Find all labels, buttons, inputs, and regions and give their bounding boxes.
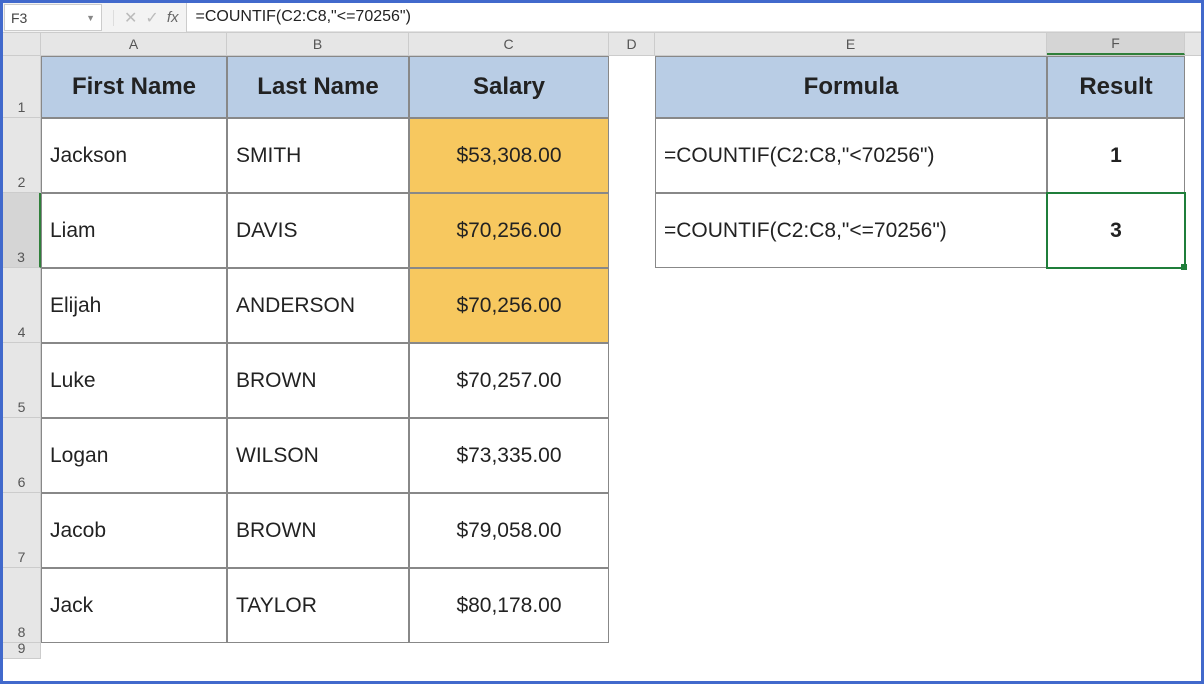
col-header-a[interactable]: A (41, 33, 227, 55)
cell-f3[interactable]: 3 (1047, 193, 1185, 268)
divider (113, 10, 114, 26)
name-box-value: F3 (11, 10, 27, 26)
row-header-6[interactable]: 6 (3, 418, 41, 493)
row-headers: 1 2 3 4 5 6 7 8 9 (3, 56, 41, 659)
formula-text: =COUNTIF(C2:C8,"<=70256") (195, 8, 410, 26)
cell-a3[interactable]: Liam (41, 193, 227, 268)
row-header-9[interactable]: 9 (3, 643, 41, 659)
cell-b2[interactable]: SMITH (227, 118, 409, 193)
name-box[interactable]: F3 ▼ (4, 4, 102, 31)
cell-a4[interactable]: Elijah (41, 268, 227, 343)
cell-e2[interactable]: =COUNTIF(C2:C8,"<70256") (655, 118, 1047, 193)
spreadsheet-grid[interactable]: A B C D E F 1 2 3 4 5 6 7 8 9 First Name… (3, 33, 1201, 681)
cell-c2[interactable]: $53,308.00 (409, 118, 609, 193)
fx-label[interactable]: fx (167, 9, 179, 26)
cell-b3[interactable]: DAVIS (227, 193, 409, 268)
cell-a1[interactable]: First Name (41, 56, 227, 118)
cell-e1[interactable]: Formula (655, 56, 1047, 118)
row-header-3[interactable]: 3 (3, 193, 41, 268)
cell-b5[interactable]: BROWN (227, 343, 409, 418)
cancel-icon[interactable]: ✕ (124, 8, 137, 28)
cell-c7[interactable]: $79,058.00 (409, 493, 609, 568)
col-header-f[interactable]: F (1047, 33, 1185, 55)
cell-a5[interactable]: Luke (41, 343, 227, 418)
cell-a2[interactable]: Jackson (41, 118, 227, 193)
cell-b8[interactable]: TAYLOR (227, 568, 409, 643)
select-all-corner[interactable] (3, 33, 41, 55)
cell-c6[interactable]: $73,335.00 (409, 418, 609, 493)
cell-a8[interactable]: Jack (41, 568, 227, 643)
cell-a7[interactable]: Jacob (41, 493, 227, 568)
formula-input[interactable]: =COUNTIF(C2:C8,"<=70256") (187, 3, 1201, 32)
cell-b7[interactable]: BROWN (227, 493, 409, 568)
cell-e3[interactable]: =COUNTIF(C2:C8,"<=70256") (655, 193, 1047, 268)
cells-area: First Name Last Name Salary Formula Resu… (41, 56, 1201, 681)
row-header-8[interactable]: 8 (3, 568, 41, 643)
row-header-1[interactable]: 1 (3, 56, 41, 118)
cell-c8[interactable]: $80,178.00 (409, 568, 609, 643)
cell-c1[interactable]: Salary (409, 56, 609, 118)
dropdown-icon[interactable]: ▼ (86, 13, 95, 23)
formula-bar: F3 ▼ ✕ ✓ fx =COUNTIF(C2:C8,"<=70256") (3, 3, 1201, 33)
col-header-c[interactable]: C (409, 33, 609, 55)
enter-icon[interactable]: ✓ (145, 8, 158, 28)
cell-b6[interactable]: WILSON (227, 418, 409, 493)
row-header-7[interactable]: 7 (3, 493, 41, 568)
cell-c4[interactable]: $70,256.00 (409, 268, 609, 343)
col-header-e[interactable]: E (655, 33, 1047, 55)
cell-f2[interactable]: 1 (1047, 118, 1185, 193)
cell-c3[interactable]: $70,256.00 (409, 193, 609, 268)
row-header-4[interactable]: 4 (3, 268, 41, 343)
column-headers: A B C D E F (3, 33, 1201, 56)
cell-a6[interactable]: Logan (41, 418, 227, 493)
row-header-5[interactable]: 5 (3, 343, 41, 418)
formula-controls: ✕ ✓ fx (103, 3, 187, 32)
row-header-2[interactable]: 2 (3, 118, 41, 193)
cell-b4[interactable]: ANDERSON (227, 268, 409, 343)
col-header-d[interactable]: D (609, 33, 655, 55)
cell-b1[interactable]: Last Name (227, 56, 409, 118)
cell-c5[interactable]: $70,257.00 (409, 343, 609, 418)
col-header-b[interactable]: B (227, 33, 409, 55)
cell-f1[interactable]: Result (1047, 56, 1185, 118)
